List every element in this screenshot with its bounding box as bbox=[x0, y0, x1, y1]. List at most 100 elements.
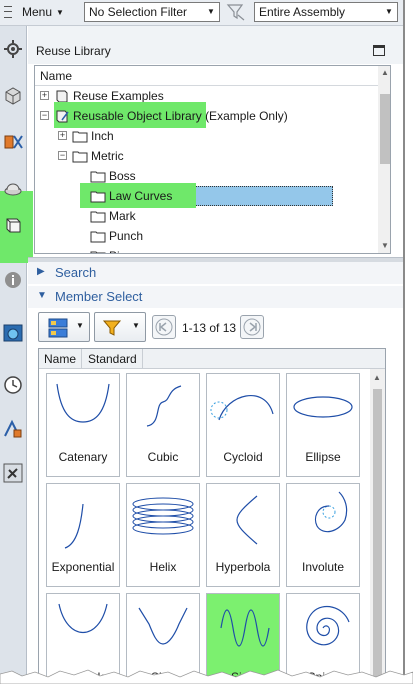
chevron-up-icon[interactable]: ▲ bbox=[378, 66, 390, 80]
chevron-down-icon[interactable]: ▼ bbox=[378, 239, 390, 253]
gallery-scrollbar[interactable]: ▲ bbox=[370, 369, 385, 683]
assembly-scope-dropdown[interactable]: Entire Assembly ▼ bbox=[254, 2, 398, 22]
sine-curve-icon bbox=[138, 607, 188, 645]
scrollbar-thumb[interactable] bbox=[380, 94, 390, 164]
spiral-curve-icon bbox=[306, 605, 350, 646]
catenary-curve-icon bbox=[56, 383, 110, 423]
tree-label: Pi bbox=[109, 249, 120, 253]
tile-label: Hyperbola bbox=[215, 560, 271, 574]
filter-button[interactable]: ▼ bbox=[94, 312, 146, 342]
tile-label: Cycloid bbox=[223, 450, 263, 464]
selection-filter-dropdown[interactable]: No Selection Filter ▼ bbox=[84, 2, 220, 22]
folder-icon bbox=[72, 131, 88, 143]
library-book-icon bbox=[56, 110, 69, 123]
tree-label: Punch bbox=[109, 229, 144, 243]
tab-standard[interactable]: Standard bbox=[83, 349, 143, 369]
tree-row-inch[interactable]: + Inch bbox=[35, 126, 378, 146]
tree-label: Mark bbox=[109, 209, 136, 223]
tile-involute[interactable]: Involute bbox=[286, 483, 360, 587]
tile-helix[interactable]: Helix bbox=[126, 483, 200, 587]
tile-catenary[interactable]: Catenary bbox=[46, 373, 120, 477]
member-select-toolbar: ▼ ▼ 1-13 of 13 bbox=[28, 311, 405, 345]
chevron-down-icon: ▼ bbox=[132, 321, 140, 330]
tile-label: Involute bbox=[301, 560, 345, 574]
tile-hyperbola[interactable]: Hyperbola bbox=[206, 483, 280, 587]
assembly-scope-value: Entire Assembly bbox=[259, 5, 346, 19]
constraint-navigator-icon[interactable] bbox=[2, 130, 24, 152]
sine-wave-icon bbox=[220, 609, 270, 647]
process-studio-icon[interactable] bbox=[2, 418, 24, 440]
page-range-label: 1-13 of 13 bbox=[182, 321, 237, 335]
search-section[interactable]: ▶ Search bbox=[28, 262, 405, 284]
ellipse-curve-icon bbox=[293, 396, 353, 418]
panel-header: Reuse Library bbox=[28, 26, 405, 64]
cubic-curve-icon bbox=[146, 385, 182, 427]
expand-icon[interactable]: + bbox=[40, 91, 49, 100]
tree-row-reusable-object-library[interactable]: − Reusable Object Library (Example Only) bbox=[35, 102, 378, 128]
chevron-down-icon: ▼ bbox=[76, 321, 84, 330]
tree-scrollbar[interactable]: ▲ ▼ bbox=[378, 66, 390, 253]
tree-column-name: Name bbox=[40, 69, 73, 83]
next-page-button[interactable] bbox=[240, 315, 264, 339]
previous-page-button[interactable] bbox=[152, 315, 176, 339]
restore-window-icon[interactable] bbox=[373, 45, 385, 56]
tile-cubic[interactable]: Cubic bbox=[126, 373, 200, 477]
thumbnail-view-icon bbox=[48, 318, 68, 338]
tile-ellipse[interactable]: Ellipse bbox=[286, 373, 360, 477]
history-clock-icon[interactable] bbox=[2, 374, 24, 396]
chevron-up-icon[interactable]: ▲ bbox=[370, 371, 384, 385]
chevron-down-icon: ▼ bbox=[37, 290, 47, 301]
tree-column-header[interactable]: Name bbox=[35, 66, 378, 86]
info-icon[interactable] bbox=[2, 269, 24, 291]
tree-row-mark[interactable]: Mark bbox=[35, 206, 378, 226]
torn-edge-bottom bbox=[0, 669, 413, 684]
scrollbar-thumb[interactable] bbox=[373, 389, 382, 683]
search-section-label: Search bbox=[55, 265, 97, 280]
tree-row-metric[interactable]: − Metric bbox=[35, 146, 378, 166]
parabola-curve-icon bbox=[58, 603, 108, 633]
reuse-library-icon[interactable] bbox=[2, 213, 24, 235]
collapse-icon[interactable]: − bbox=[58, 151, 67, 160]
menu-label: Menu bbox=[22, 5, 53, 19]
panel-title: Reuse Library bbox=[36, 44, 111, 58]
involute-curve-icon bbox=[314, 491, 348, 533]
cycloid-curve-icon bbox=[210, 395, 274, 421]
filter-reset-icon[interactable] bbox=[226, 3, 246, 21]
tab-name[interactable]: Name bbox=[39, 349, 83, 369]
tree-label: Reuse Examples bbox=[73, 89, 164, 103]
torn-edge-right bbox=[405, 0, 413, 684]
next-page-icon bbox=[243, 318, 261, 336]
collapse-icon[interactable]: − bbox=[40, 111, 49, 120]
tile-cycloid[interactable]: Cycloid bbox=[206, 373, 280, 477]
library-tree: Name + Reuse Examples − Reusable Object … bbox=[34, 65, 391, 254]
part-navigator-icon[interactable] bbox=[2, 176, 24, 198]
tree-row-pi[interactable]: Pi bbox=[35, 246, 378, 253]
tree-label: Metric bbox=[91, 149, 124, 163]
tree-row-punch[interactable]: Punch bbox=[35, 226, 378, 246]
menu-button[interactable]: Menu ▼ bbox=[2, 2, 68, 22]
selection-filter-value: No Selection Filter bbox=[89, 5, 188, 19]
tree-row-law-curves[interactable]: Law Curves bbox=[35, 183, 378, 208]
roles-tools-icon[interactable] bbox=[2, 462, 24, 484]
view-style-button[interactable]: ▼ bbox=[38, 312, 90, 342]
folder-icon bbox=[90, 211, 106, 223]
gear-icon[interactable] bbox=[2, 38, 24, 60]
tree-label: Reusable Object Library (Example Only) bbox=[73, 109, 288, 123]
member-select-label: Member Select bbox=[55, 289, 143, 304]
funnel-filter-icon bbox=[102, 320, 122, 336]
assembly-navigator-icon[interactable] bbox=[2, 84, 24, 106]
folder-icon bbox=[90, 171, 106, 183]
expand-icon[interactable]: + bbox=[58, 131, 67, 140]
tree-label: Law Curves bbox=[109, 189, 173, 203]
helix-curve-icon bbox=[132, 497, 194, 535]
folder-icon bbox=[72, 151, 88, 163]
tile-label: Helix bbox=[149, 560, 177, 574]
member-select-section[interactable]: ▼ Member Select bbox=[28, 286, 405, 308]
tile-label: Cubic bbox=[147, 450, 179, 464]
tile-exponential[interactable]: Exponential bbox=[46, 483, 120, 587]
web-browser-icon[interactable] bbox=[2, 322, 24, 344]
chevron-down-icon: ▼ bbox=[207, 7, 215, 16]
gallery-column-headers: Name Standard bbox=[39, 349, 385, 369]
tile-label: Ellipse bbox=[305, 450, 341, 464]
hyperbola-curve-icon bbox=[236, 495, 258, 545]
